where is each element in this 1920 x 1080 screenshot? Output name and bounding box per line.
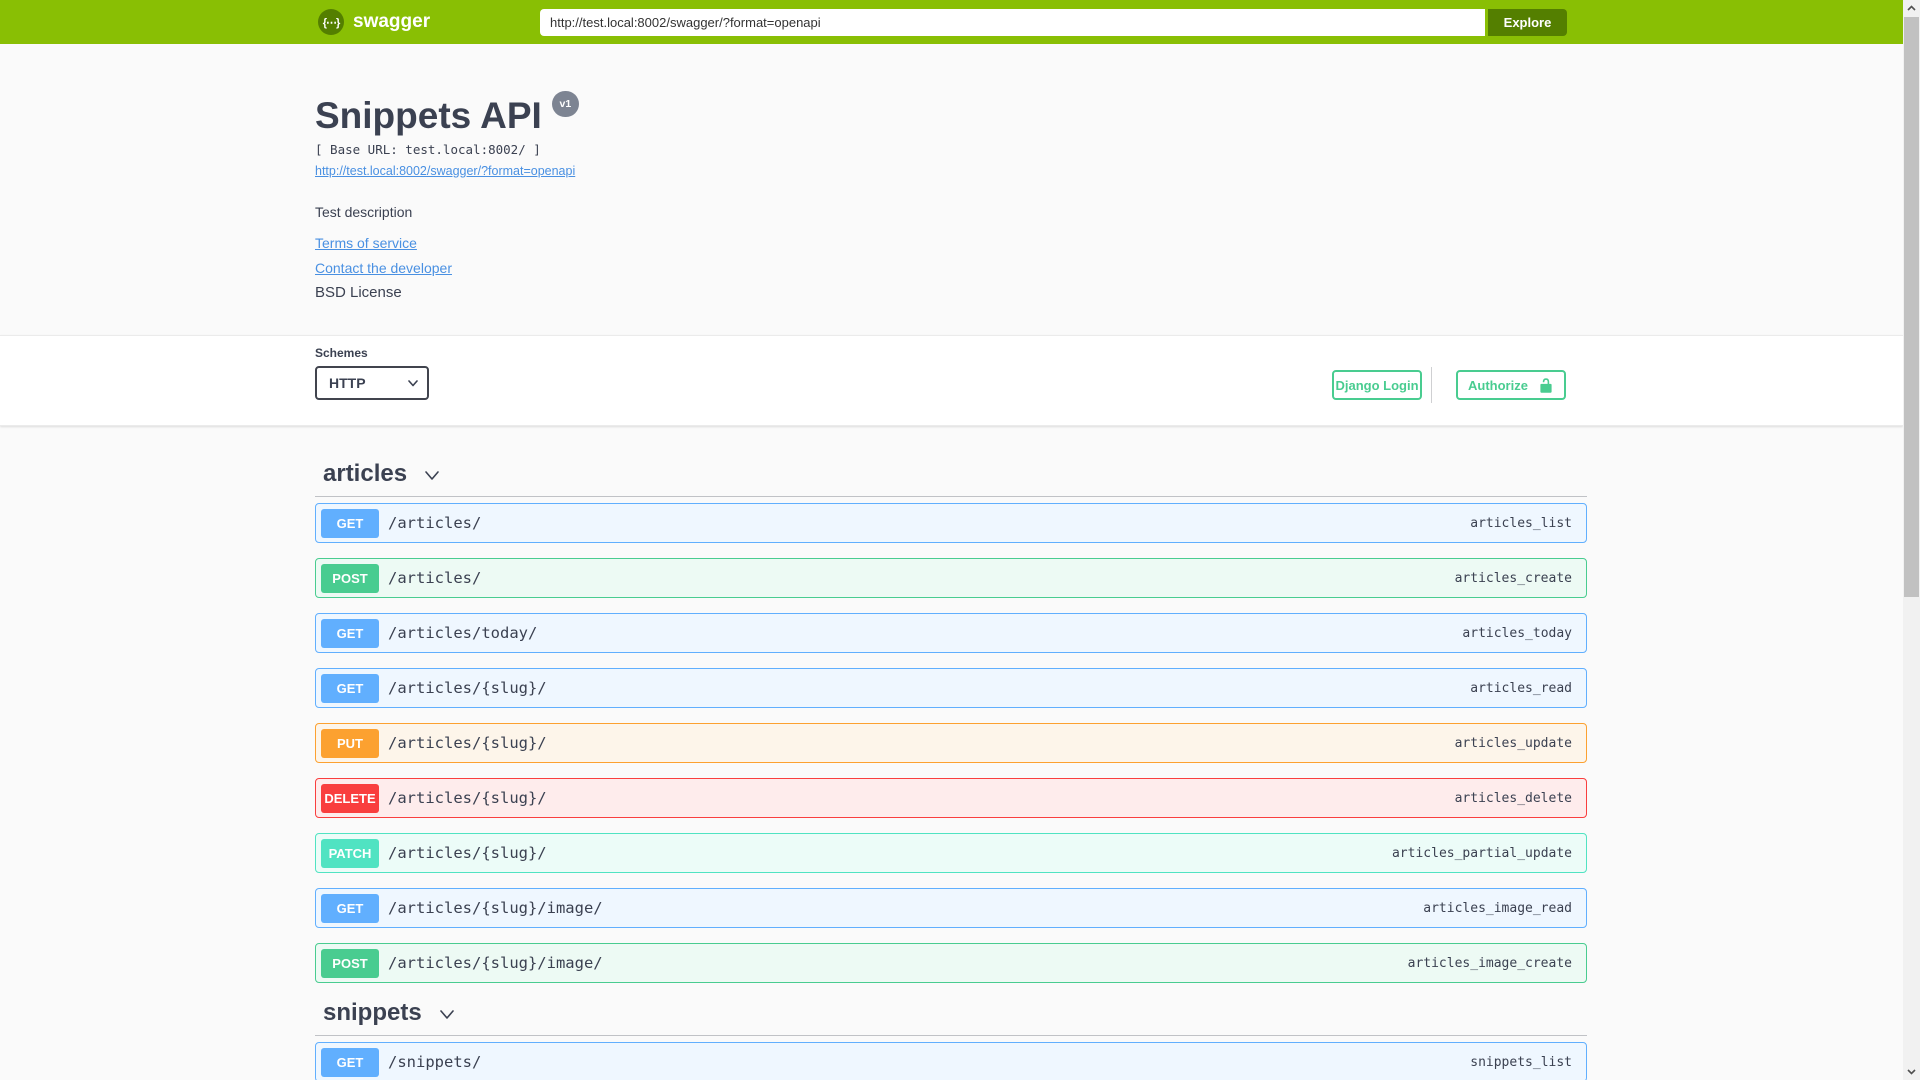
swagger-logo: {⋯} swagger <box>318 9 430 35</box>
method-badge: PATCH <box>321 838 379 868</box>
operation-path: /articles/ <box>388 569 482 587</box>
operation-path: /articles/{slug}/ <box>388 844 547 862</box>
method-badge: GET <box>321 893 379 923</box>
operation-id: articles_create <box>1454 570 1572 586</box>
auth-divider <box>1431 367 1432 403</box>
opblock-articles-today[interactable]: GET /articles/today/ articles_today <box>315 613 1587 653</box>
auth-wrapper: Django Login Authorize <box>1332 367 1566 403</box>
method-badge: POST <box>321 563 379 593</box>
spec-link[interactable]: http://test.local:8002/swagger/?format=o… <box>315 164 575 178</box>
base-url: [ Base URL: test.local:8002/ ] <box>315 142 541 157</box>
operation-path: /articles/today/ <box>388 624 538 642</box>
scrollbar-up-arrow-icon[interactable] <box>1903 0 1920 17</box>
opblock-articles-delete[interactable]: DELETE /articles/{slug}/ articles_delete <box>315 778 1587 818</box>
method-badge: GET <box>321 618 379 648</box>
contact-developer-link[interactable]: Contact the developer <box>315 260 452 276</box>
terms-of-service-link[interactable]: Terms of service <box>315 235 417 251</box>
opblock-articles-partial-update[interactable]: PATCH /articles/{slug}/ articles_partial… <box>315 833 1587 873</box>
operation-id: articles_image_create <box>1407 955 1572 971</box>
api-description: Test description <box>315 204 413 220</box>
operation-id: articles_partial_update <box>1391 845 1572 861</box>
method-badge: DELETE <box>321 783 379 813</box>
version-badge: v1 <box>551 91 579 117</box>
scrollbar-track[interactable] <box>1903 0 1920 1080</box>
page-title: Snippets API v1 <box>315 91 1587 136</box>
opblock-snippets-list[interactable]: GET /snippets/ snippets_list <box>315 1042 1587 1080</box>
operation-path: /articles/{slug}/image/ <box>388 899 603 917</box>
tag-header-snippets[interactable]: snippets <box>315 998 1587 1036</box>
operation-path: /articles/{slug}/ <box>388 734 547 752</box>
operations-area: articles GET /articles/ articles_list PO… <box>315 459 1587 1080</box>
api-title-text: Snippets API <box>315 95 542 136</box>
chevron-down-icon <box>425 471 439 480</box>
tag-title: articles <box>323 460 408 487</box>
license-text: BSD License <box>315 284 402 301</box>
operation-path: /articles/ <box>388 514 482 532</box>
schemes-label: Schemes <box>315 346 368 360</box>
explore-button[interactable]: Explore <box>1488 9 1567 36</box>
tag-title: snippets <box>323 999 422 1026</box>
operation-path: /snippets/ <box>388 1053 482 1071</box>
opblock-articles-read[interactable]: GET /articles/{slug}/ articles_read <box>315 668 1587 708</box>
method-badge: GET <box>321 508 379 538</box>
operation-id: articles_read <box>1470 680 1572 696</box>
authorize-button[interactable]: Authorize <box>1456 370 1566 400</box>
swagger-braces-icon: {⋯} <box>318 9 344 35</box>
tag-section-articles: articles GET /articles/ articles_list PO… <box>315 459 1587 983</box>
tag-header-articles[interactable]: articles <box>315 459 1587 497</box>
tag-section-snippets: snippets GET /snippets/ snippets_list <box>315 998 1587 1080</box>
opblock-articles-update[interactable]: PUT /articles/{slug}/ articles_update <box>315 723 1587 763</box>
method-badge: GET <box>321 1047 379 1077</box>
operation-id: articles_delete <box>1454 790 1572 806</box>
operation-path: /articles/{slug}/ <box>388 789 547 807</box>
operation-id: snippets_list <box>1470 1054 1572 1070</box>
method-badge: POST <box>321 948 379 978</box>
opblock-articles-list[interactable]: GET /articles/ articles_list <box>315 503 1587 543</box>
topbar: {⋯} swagger Explore <box>0 0 1903 44</box>
operation-path: /articles/{slug}/image/ <box>388 954 603 972</box>
scrollbar-thumb[interactable] <box>1904 17 1919 597</box>
schemes-select[interactable]: HTTP <box>315 366 429 400</box>
scheme-container: Schemes HTTP Django Login Authorize <box>0 335 1903 426</box>
method-badge: PUT <box>321 728 379 758</box>
method-badge: GET <box>321 673 379 703</box>
scrollbar-down-arrow-icon[interactable] <box>1903 1063 1920 1080</box>
api-info-section: Snippets API v1 [ Base URL: test.local:8… <box>315 91 1587 301</box>
opblock-articles-image-create[interactable]: POST /articles/{slug}/image/ articles_im… <box>315 943 1587 983</box>
unlock-icon <box>1540 377 1552 393</box>
spec-url-input[interactable] <box>540 9 1485 36</box>
authorize-label: Authorize <box>1468 377 1528 393</box>
opblock-articles-create[interactable]: POST /articles/ articles_create <box>315 558 1587 598</box>
chevron-down-icon <box>439 1010 454 1019</box>
operation-id: articles_list <box>1470 515 1572 531</box>
brand-title: swagger <box>353 11 431 32</box>
opblock-articles-image-read[interactable]: GET /articles/{slug}/image/ articles_ima… <box>315 888 1587 928</box>
operation-path: /articles/{slug}/ <box>388 679 547 697</box>
operation-id: articles_image_read <box>1423 900 1572 916</box>
operation-id: articles_today <box>1462 625 1572 641</box>
django-login-button[interactable]: Django Login <box>1332 370 1422 400</box>
operation-id: articles_update <box>1454 735 1572 751</box>
